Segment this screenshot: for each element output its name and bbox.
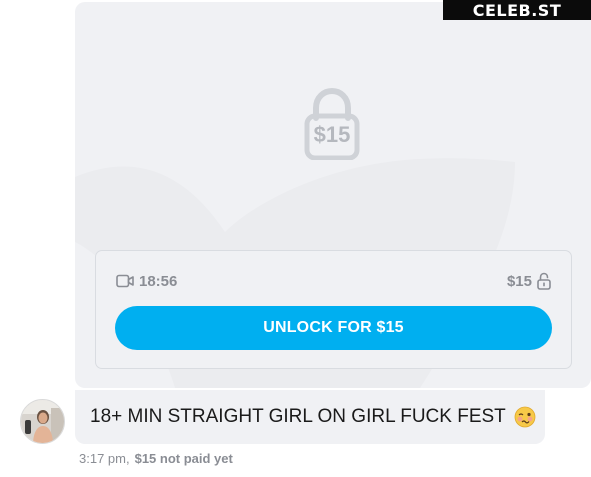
avatar[interactable] (20, 399, 65, 444)
locked-media-card[interactable]: $15 18:56 $15 UNLOCK FOR $15 (75, 2, 591, 388)
woozy-face-emoji (514, 406, 536, 428)
lock-open-icon (537, 272, 551, 290)
duration-group: 18:56 (116, 273, 177, 290)
price-group: $15 (507, 272, 551, 290)
video-icon (116, 274, 134, 288)
video-duration: 18:56 (139, 272, 178, 290)
message-time: 3:17 pm, (79, 451, 130, 466)
avatar-image (21, 400, 64, 443)
media-info-box: 18:56 $15 UNLOCK FOR $15 (95, 250, 572, 369)
message-text: 18+ MIN STRAIGHT GIRL ON GIRL FUCK FEST (90, 406, 506, 427)
message-meta: 3:17 pm, $15 not paid yet (79, 451, 233, 466)
chat-message-page: CELEB.ST $15 18:56 $15 UNLOCK FOR $15 18… (0, 0, 591, 477)
media-info-row: 18:56 $15 (116, 271, 551, 291)
media-price: $15 (506, 272, 532, 290)
unlock-button[interactable]: UNLOCK FOR $15 (115, 306, 552, 350)
message-bubble: 18+ MIN STRAIGHT GIRL ON GIRL FUCK FEST (75, 390, 545, 444)
lock-price-label: $15 (313, 122, 351, 147)
watermark-logo: CELEB.ST (443, 0, 591, 20)
payment-status: $15 not paid yet (134, 451, 233, 466)
